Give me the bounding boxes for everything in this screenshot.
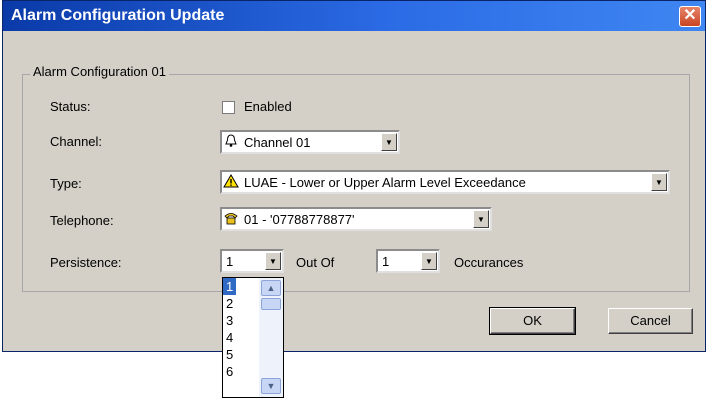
persistence-label: Persistence:: [50, 255, 122, 270]
type-value: LUAE - Lower or Upper Alarm Level Exceed…: [244, 174, 526, 190]
status-label: Status:: [50, 99, 91, 114]
chevron-down-icon[interactable]: ▼: [473, 210, 489, 228]
type-label: Type:: [50, 176, 82, 191]
list-item[interactable]: 1: [223, 278, 236, 295]
chevron-down-icon[interactable]: ▼: [265, 252, 281, 270]
enabled-checkbox[interactable]: [222, 101, 235, 114]
dropdown-scrollbar[interactable]: ▲ ▼: [259, 278, 283, 397]
phone-icon: [222, 211, 240, 228]
type-select[interactable]: LUAE - Lower or Upper Alarm Level Exceed…: [220, 170, 670, 194]
scrollbar-thumb[interactable]: [261, 298, 281, 310]
bell-icon: [222, 133, 240, 151]
title-bar[interactable]: Alarm Configuration Update ✕: [3, 1, 705, 31]
channel-value: Channel 01: [244, 134, 311, 150]
chevron-down-icon[interactable]: ▼: [421, 252, 437, 270]
persistence-value: 1: [226, 253, 234, 269]
enabled-checkbox-label[interactable]: Enabled: [244, 99, 292, 114]
ok-button[interactable]: OK: [489, 307, 576, 335]
chevron-down-icon[interactable]: ▼: [261, 378, 281, 394]
cancel-button[interactable]: Cancel: [608, 308, 693, 334]
persistence-dropdown-list[interactable]: 1 2 3 4 5 6 ▲ ▼: [222, 277, 284, 398]
out-of-label: Out Of: [296, 255, 335, 270]
out-of-value: 1: [382, 253, 390, 269]
channel-select[interactable]: Channel 01 ▼: [220, 130, 400, 154]
close-button[interactable]: ✕: [679, 6, 701, 27]
persistence-select[interactable]: 1 ▼: [220, 249, 284, 273]
chevron-up-icon[interactable]: ▲: [261, 280, 281, 296]
telephone-label: Telephone:: [50, 213, 114, 228]
group-legend: Alarm Configuration 01: [30, 64, 169, 79]
chevron-down-icon[interactable]: ▼: [651, 173, 667, 191]
channel-label: Channel:: [50, 134, 103, 149]
occurances-label: Occurances: [454, 255, 524, 270]
window-title: Alarm Configuration Update: [11, 7, 225, 24]
chevron-down-icon[interactable]: ▼: [381, 133, 397, 151]
close-icon: ✕: [683, 7, 697, 24]
telephone-value: 01 - '07788778877': [244, 211, 355, 227]
warning-icon: [222, 173, 240, 191]
out-of-select[interactable]: 1 ▼: [376, 249, 440, 273]
telephone-select[interactable]: 01 - '07788778877' ▼: [220, 207, 492, 231]
